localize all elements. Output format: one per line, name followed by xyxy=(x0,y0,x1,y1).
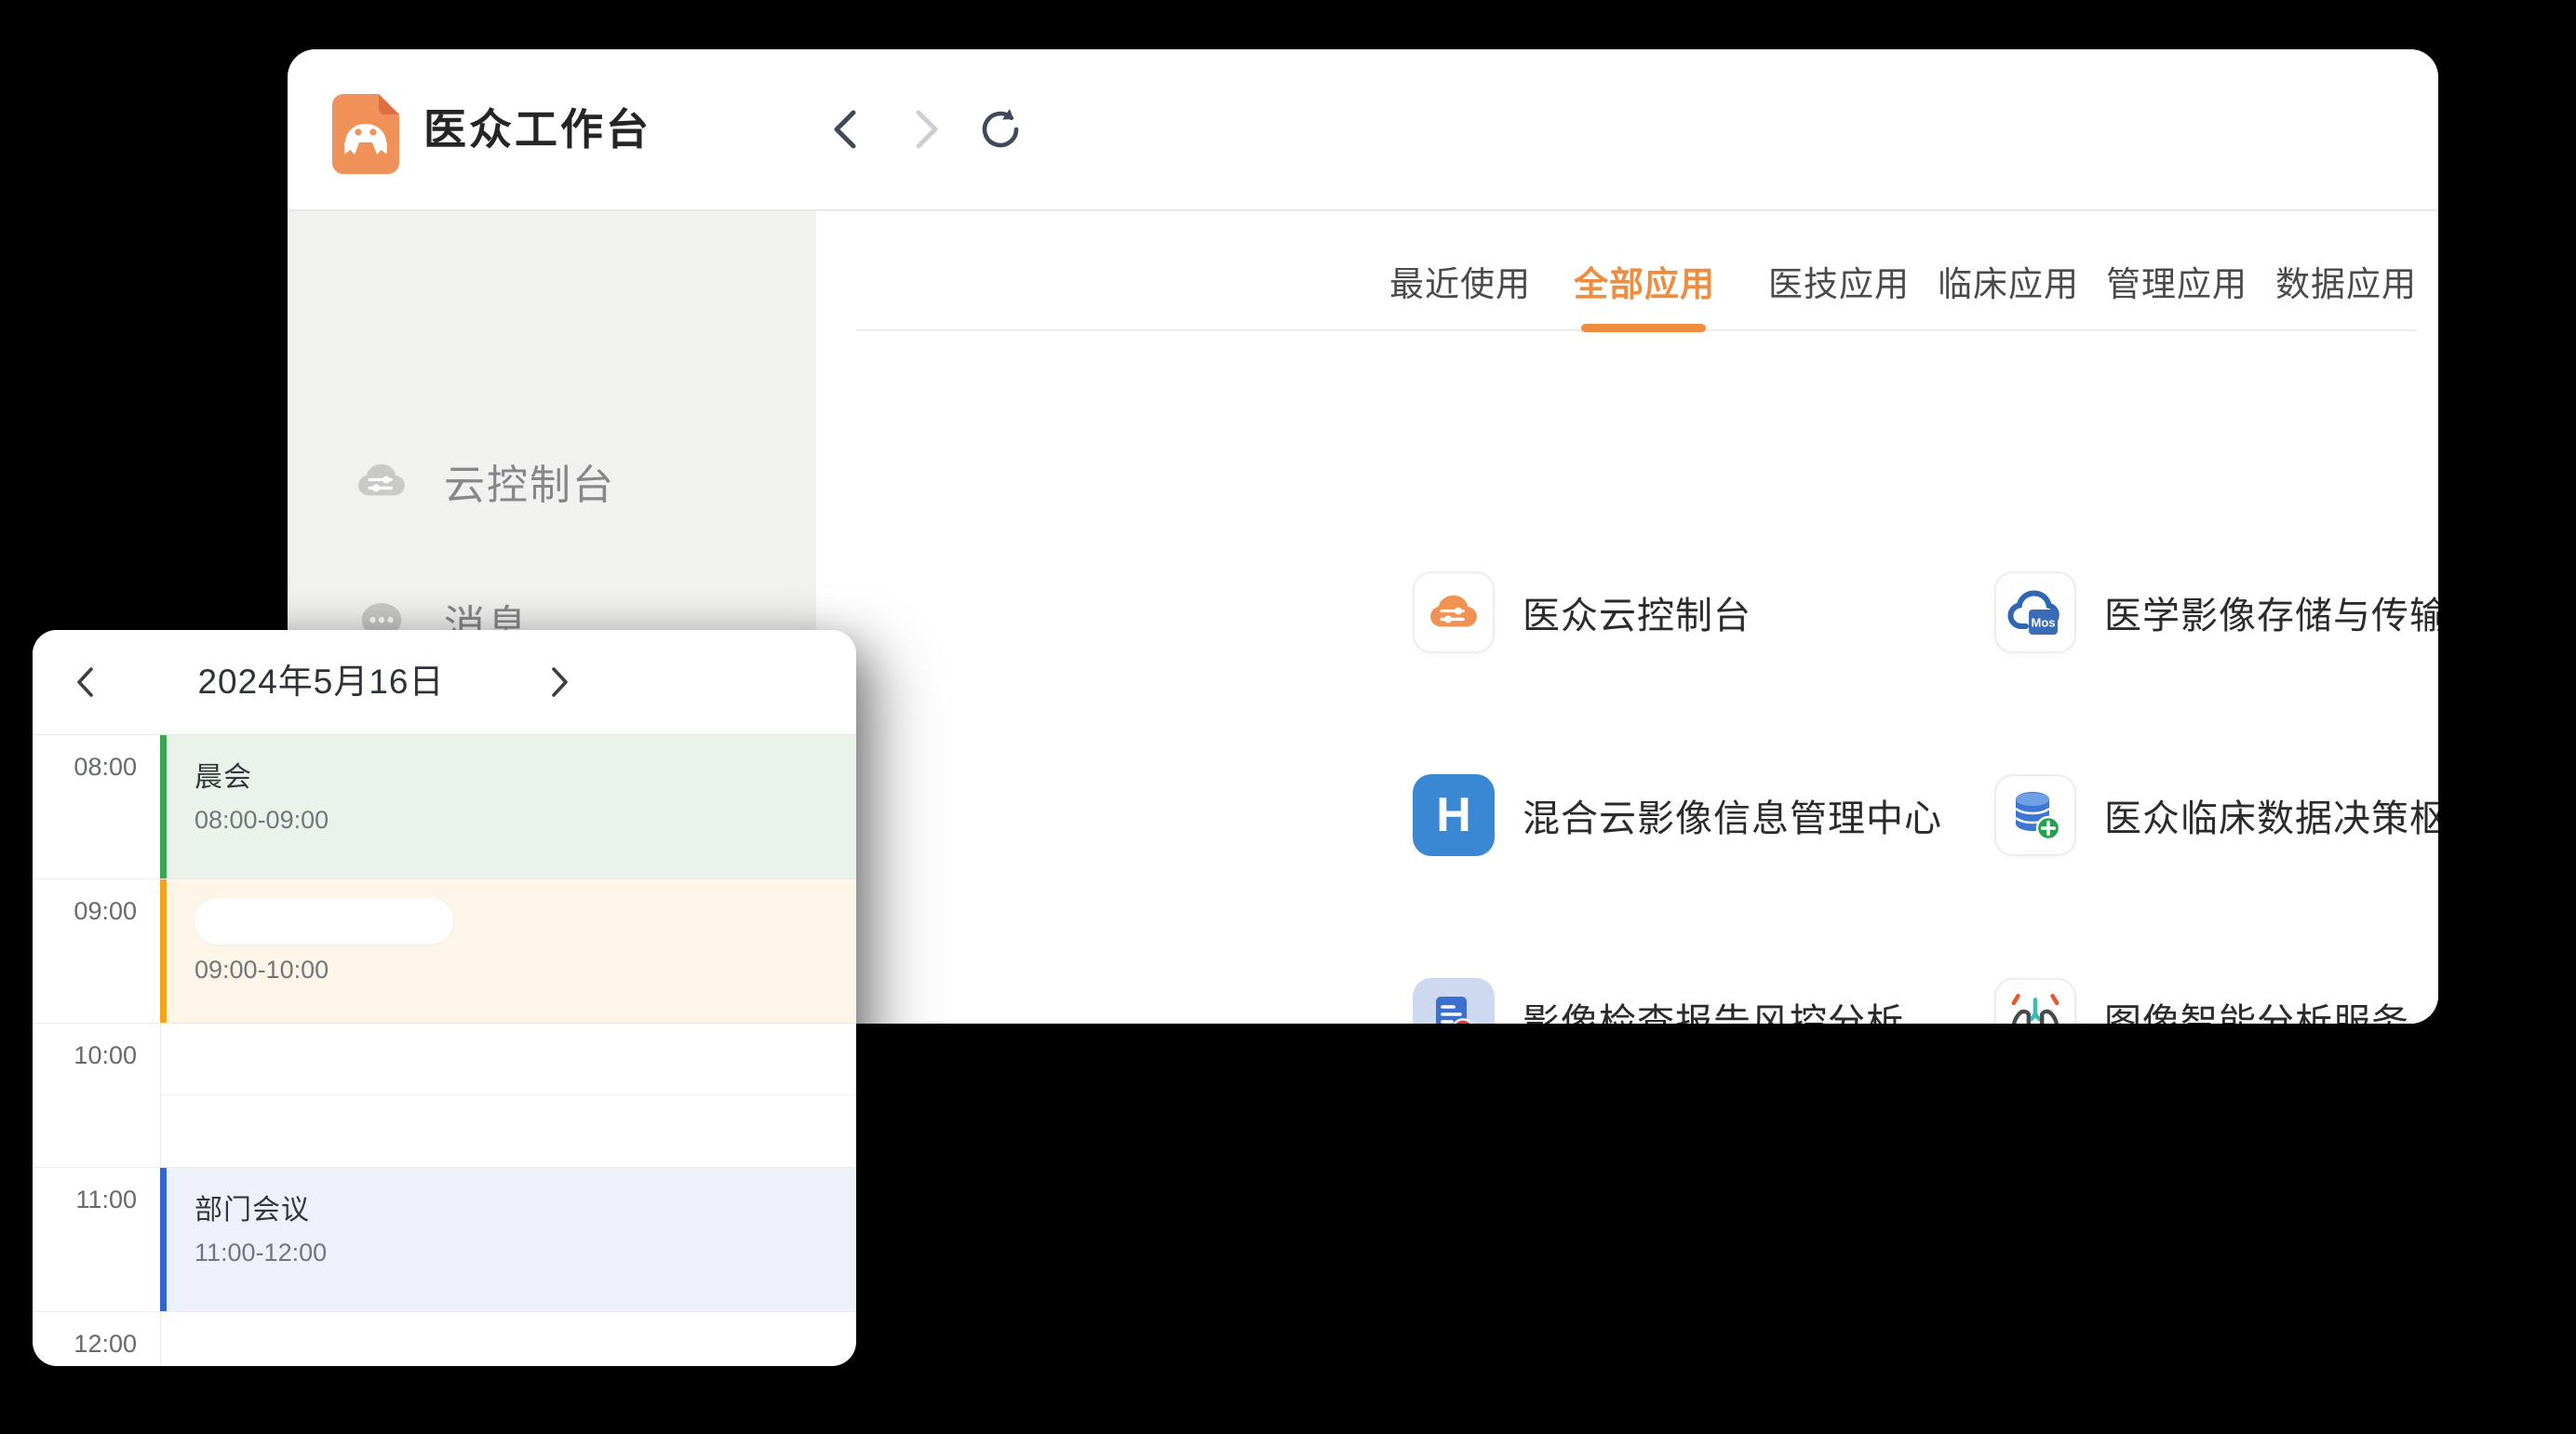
event-time: 11:00-12:00 xyxy=(195,1239,856,1267)
screenshot-stage: 医众工作台 云控制台 消息 日历 最近使用全部应用医技应用临床应用管理应用数据应… xyxy=(0,0,2576,1434)
calendar-day-grid: 08:00 09:00 10:00 11:00 12:00 晨会 08:00-09:00 09… xyxy=(33,734,856,1366)
event-time: 08:00-09:00 xyxy=(195,806,856,835)
hour-gridline xyxy=(33,1023,856,1024)
cloud-mos-icon: Mos xyxy=(1994,571,2076,653)
content-area: 最近使用全部应用医技应用临床应用管理应用数据应用医疗质量 医众云控制台 Mos医… xyxy=(816,211,2438,1024)
sidebar-item-1[interactable]: 云控制台 xyxy=(355,441,755,521)
time-label: 11:00 xyxy=(33,1186,137,1214)
lungs-icon xyxy=(1994,978,2076,1024)
tab-3[interactable]: 医技应用 xyxy=(1768,257,1908,313)
calendar-header: 2024年5月16日 xyxy=(33,630,856,734)
cloud-sliders-icon xyxy=(1413,571,1495,653)
report-risk-icon: ! xyxy=(1413,978,1495,1024)
half-hour-gridline xyxy=(160,1094,856,1095)
database-plus-icon xyxy=(1994,774,2076,856)
app-tile-label: 图像智能分析服务 xyxy=(2104,992,2409,1024)
tab-5[interactable]: 管理应用 xyxy=(2106,257,2246,313)
event-title-redacted xyxy=(195,898,453,945)
app-tile[interactable]: 医众云控制台 xyxy=(1413,571,1751,653)
app-tile[interactable]: H 混合云影像信息管理中心 xyxy=(1413,774,1942,856)
tab-1[interactable]: 最近使用 xyxy=(1389,257,1529,313)
app-tile-label: 医众临床数据决策枢纽 xyxy=(2104,788,2438,842)
calendar-panel: 2024年5月16日 08:0009:0010:0011:0012:00晨会08… xyxy=(33,630,856,1366)
event-title: 部门会议 xyxy=(195,1186,856,1227)
time-label: 09:00 xyxy=(33,897,137,926)
tab-4[interactable]: 临床应用 xyxy=(1938,257,2077,313)
calendar-event-2[interactable]: 09:00-10:00 xyxy=(160,879,856,1023)
event-color-bar xyxy=(160,1168,167,1311)
event-color-bar xyxy=(160,879,167,1023)
event-title: 晨会 xyxy=(195,754,856,795)
time-label: 12:00 xyxy=(33,1330,137,1359)
forward-button[interactable] xyxy=(902,107,946,152)
app-tile[interactable]: ! 影像检查报告风控分析 xyxy=(1413,978,1904,1024)
time-label: 10:00 xyxy=(33,1041,137,1070)
hour-gridline xyxy=(33,1311,856,1312)
app-tile[interactable]: Mos 医学影像存储与传输管理 xyxy=(1994,571,2438,653)
back-button[interactable] xyxy=(825,107,870,152)
tab-2[interactable]: 全部应用 xyxy=(1574,257,1713,313)
chevron-right-icon[interactable] xyxy=(538,662,579,703)
app-tile-label: 医学影像存储与传输管理 xyxy=(2104,585,2438,639)
app-title: 医众工作台 xyxy=(423,49,651,209)
app-tile-label: 医众云控制台 xyxy=(1523,585,1751,639)
cloud-console-icon xyxy=(355,454,409,508)
app-tile[interactable]: 医众临床数据决策枢纽 xyxy=(1994,774,2438,856)
calendar-event-1[interactable]: 晨会 08:00-09:00 xyxy=(160,735,856,878)
time-label: 08:00 xyxy=(33,753,137,782)
calendar-event-3[interactable]: 部门会议 11:00-12:00 xyxy=(160,1168,856,1311)
svg-text:!: ! xyxy=(1460,1023,1466,1025)
svg-text:Mos: Mos xyxy=(2032,616,2056,630)
tab-6[interactable]: 数据应用 xyxy=(2275,257,2415,313)
event-color-bar xyxy=(160,735,167,878)
refresh-button[interactable] xyxy=(978,107,1023,152)
app-tile[interactable]: 图像智能分析服务 xyxy=(1994,978,2409,1024)
title-bar: 医众工作台 xyxy=(288,49,2438,209)
event-time: 09:00-10:00 xyxy=(195,956,856,985)
app-tile-label: 影像检查报告风控分析 xyxy=(1523,992,1904,1024)
app-logo-icon xyxy=(332,94,399,174)
chevron-left-icon[interactable] xyxy=(66,662,107,703)
h-letter-icon: H xyxy=(1413,774,1495,856)
sidebar-item-label: 云控制台 xyxy=(444,451,615,511)
app-tile-label: 混合云影像信息管理中心 xyxy=(1523,788,1942,842)
calendar-date-title: 2024年5月16日 xyxy=(126,630,517,734)
